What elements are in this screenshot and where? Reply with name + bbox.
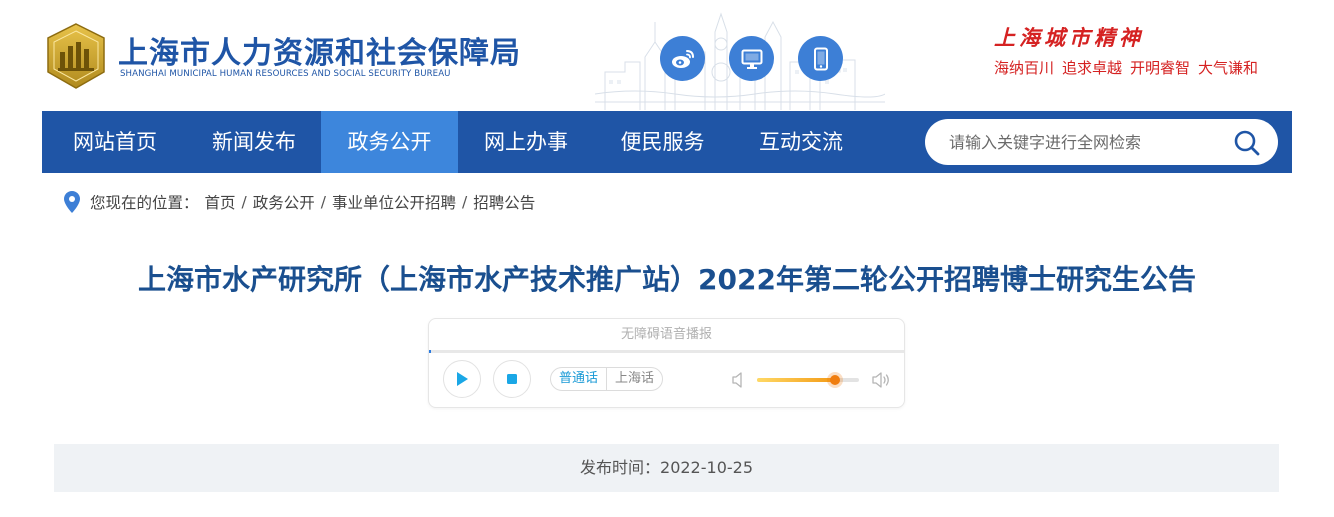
- site-name: 上海市人力资源和社会保障局: [118, 36, 521, 71]
- breadcrumb-label: 您现在的位置：: [90, 194, 199, 212]
- desktop-version-button[interactable]: [729, 36, 774, 81]
- breadcrumb-separator: /: [320, 193, 327, 211]
- site-header: 上海市人力资源和社会保障局 SHANGHAI MUNICIPAL HUMAN R…: [0, 0, 1334, 110]
- play-icon: [457, 372, 468, 386]
- publish-info-bar: 发布时间：2022-10-25: [54, 444, 1279, 492]
- breadcrumb: 您现在的位置： 首页 / 政务公开 / 事业单位公开招聘 / 招聘公告: [64, 189, 535, 215]
- article-title: 上海市水产研究所（上海市水产技术推广站）2022年第二轮公开招聘博士研究生公告: [138, 263, 1196, 296]
- volume-high-icon[interactable]: [872, 371, 892, 389]
- breadcrumb-link-announcements[interactable]: 招聘公告: [473, 191, 535, 213]
- accessibility-audio-player: 无障碍语音播报 普通话 上海话: [428, 318, 905, 408]
- volume-slider-fill: [757, 378, 835, 382]
- play-button[interactable]: [443, 360, 481, 398]
- city-spirit-title: 上海城市精神: [994, 25, 1144, 50]
- search-icon[interactable]: [1233, 129, 1261, 157]
- language-option-shanghainese[interactable]: 上海话: [607, 368, 662, 390]
- player-header: 无障碍语音播报: [620, 327, 712, 342]
- nav-item-news[interactable]: 新闻发布: [188, 111, 320, 173]
- publish-date: 2022-10-25: [660, 458, 753, 477]
- stop-button[interactable]: [493, 360, 531, 398]
- language-option-mandarin[interactable]: 普通话: [551, 368, 608, 390]
- site-name-english: SHANGHAI MUNICIPAL HUMAN RESOURCES AND S…: [120, 69, 451, 79]
- nav-item-government-affairs[interactable]: 政务公开: [321, 111, 458, 173]
- weibo-button[interactable]: [660, 36, 705, 81]
- breadcrumb-link-recruitment[interactable]: 事业单位公开招聘: [332, 191, 456, 213]
- volume-low-icon[interactable]: [732, 371, 746, 389]
- volume-slider-thumb[interactable]: [829, 375, 840, 385]
- nav-item-online-services[interactable]: 网上办事: [458, 111, 594, 173]
- breadcrumb-separator: /: [241, 193, 247, 211]
- city-spirit-list: 海纳百川 追求卓越 开明睿智 大气谦和: [994, 57, 1266, 78]
- language-toggle: 普通话 上海话: [550, 367, 664, 391]
- mobile-icon: [813, 47, 828, 70]
- location-pin-icon: [64, 191, 80, 213]
- playback-progress-bar[interactable]: [429, 350, 904, 353]
- breadcrumb-link-home[interactable]: 首页: [205, 191, 236, 213]
- breadcrumb-separator: /: [462, 193, 468, 211]
- breadcrumb-link-government-affairs[interactable]: 政务公开: [253, 191, 315, 213]
- bureau-emblem-icon[interactable]: [42, 22, 110, 90]
- desktop-icon: [741, 49, 762, 69]
- weibo-icon: [671, 49, 694, 68]
- mobile-version-button[interactable]: [798, 36, 843, 81]
- publish-date-label: 发布时间：: [580, 458, 661, 477]
- main-navigation: 网站首页 新闻发布 政务公开 网上办事 便民服务 互动交流: [42, 111, 1292, 173]
- volume-slider[interactable]: [757, 375, 859, 385]
- nav-item-home[interactable]: 网站首页: [42, 111, 188, 173]
- nav-item-public-services[interactable]: 便民服务: [594, 111, 731, 173]
- site-search: [925, 119, 1278, 165]
- city-spirit-item: 大气谦和: [1198, 59, 1259, 77]
- city-spirit-item: 追求卓越: [1062, 59, 1123, 77]
- stop-icon: [507, 374, 517, 384]
- search-input[interactable]: [925, 119, 1225, 165]
- nav-item-interaction[interactable]: 互动交流: [731, 111, 871, 173]
- city-spirit-item: 开明睿智: [1130, 59, 1191, 77]
- city-spirit-item: 海纳百川: [994, 59, 1055, 77]
